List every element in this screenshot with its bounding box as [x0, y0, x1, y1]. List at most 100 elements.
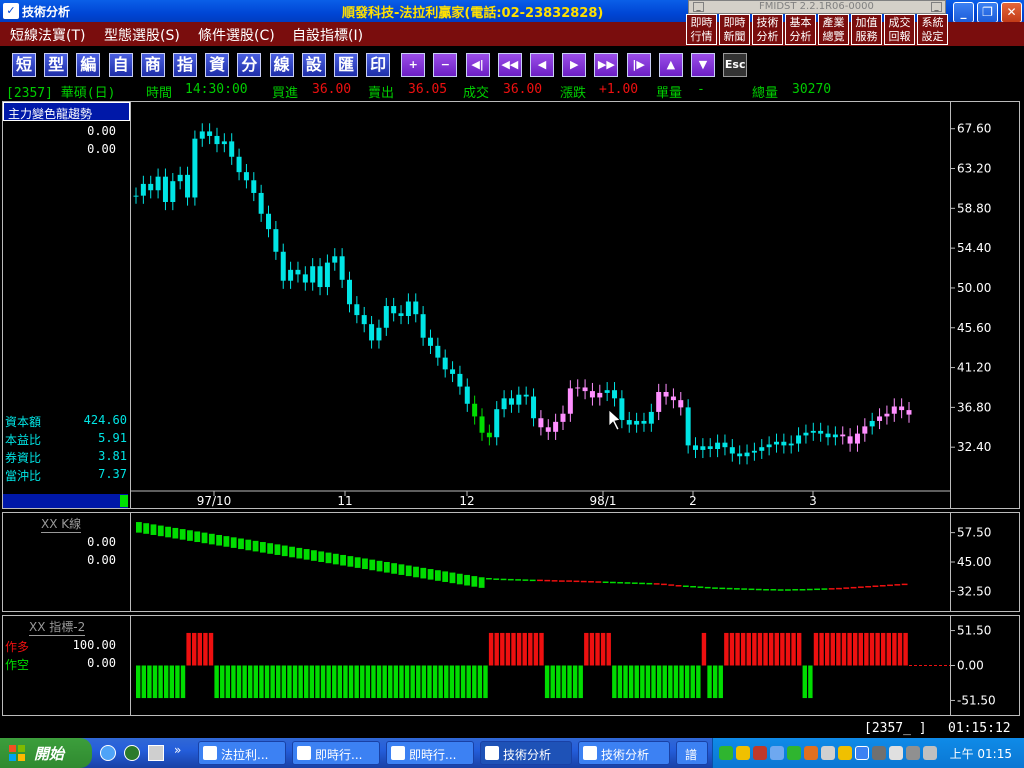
tray-icon-2[interactable] [736, 746, 750, 760]
fast-back-button[interactable]: ◀◀ [497, 53, 522, 77]
quicklaunch-more-icon[interactable]: » [174, 743, 181, 757]
fast-forward-button[interactable]: ▶▶ [594, 53, 619, 77]
ie-icon[interactable] [100, 745, 116, 761]
volume-icon[interactable] [906, 746, 920, 760]
tray-icon-1[interactable] [719, 746, 733, 760]
candle-body [435, 345, 441, 358]
k-bar [529, 579, 536, 582]
minimize-button[interactable]: _ [953, 2, 974, 23]
k-bar [136, 522, 142, 533]
tray-icon-8[interactable] [838, 746, 852, 760]
forward-button[interactable]: ▶ [562, 53, 587, 77]
zoom-in-button[interactable]: + [401, 53, 426, 77]
long-bar [522, 632, 527, 666]
long-bar [746, 632, 751, 666]
price-chart[interactable]: 67.60 63.20 58.80 54.40 50.00 45.60 41.20 36.80… [3, 102, 1019, 508]
task-technical-2[interactable]: 技術分析 [578, 741, 670, 765]
k-bar [172, 527, 179, 539]
data-button[interactable]: 資 [205, 53, 230, 77]
quick-realtime-quote-button[interactable]: 即時 行情 [686, 14, 717, 45]
tray-icon-6[interactable] [804, 746, 818, 760]
edit-button[interactable]: 編 [76, 53, 101, 77]
candle-body [803, 432, 809, 436]
candle-body [192, 138, 198, 198]
settings-button[interactable]: 設 [301, 53, 326, 77]
down-button[interactable]: ▼ [691, 53, 715, 77]
tray-icon-9[interactable] [855, 746, 869, 760]
zoom-out-button[interactable]: − [433, 53, 458, 77]
short-bar [320, 665, 326, 699]
mini-window-close-button[interactable]: _ [931, 2, 942, 12]
maximize-button[interactable]: ❐ [977, 2, 998, 23]
candle-body [516, 394, 522, 405]
long-bar [192, 632, 197, 666]
last-button[interactable]: |▶ [626, 53, 651, 77]
task-realtime-1[interactable]: 即時行... [292, 741, 380, 765]
task-technical-1[interactable]: 技術分析 [480, 741, 572, 765]
menu-pattern-select[interactable]: 型態選股(S) [104, 25, 180, 45]
up-button[interactable]: ▲ [658, 53, 683, 77]
short-bar [309, 665, 315, 699]
close-button[interactable]: ✕ [1001, 2, 1022, 23]
k-bar [420, 567, 427, 579]
self-button[interactable]: 自 [108, 53, 133, 77]
menu-custom-indicator[interactable]: 自設指標(I) [292, 25, 363, 45]
quick-deal-report-button[interactable]: 成交 回報 [884, 14, 915, 45]
candle-body [670, 396, 676, 401]
short-bar [556, 665, 561, 699]
mini-window-minimize-button[interactable]: _ [693, 2, 704, 12]
tray-icon-10[interactable] [872, 746, 886, 760]
k-chart[interactable]: 57.50 45.00 32.50 [3, 513, 1019, 611]
quick-technical-button[interactable]: 技術 分析 [752, 14, 783, 45]
change-value: +1.00 [599, 82, 639, 97]
network-icon[interactable] [923, 746, 937, 760]
candle-body [891, 406, 897, 414]
indicator-button[interactable]: 指 [173, 53, 197, 77]
export-button[interactable]: 匯 [334, 53, 358, 77]
short-bar [477, 665, 483, 699]
tray-icon-3[interactable] [753, 746, 767, 760]
esc-button[interactable]: Esc [723, 53, 748, 77]
quick-industry-button[interactable]: 產業 總覽 [818, 14, 849, 45]
short-bar [808, 665, 813, 699]
tray-icon-5[interactable] [787, 746, 801, 760]
menu-short-line[interactable]: 短線法寶(T) [10, 25, 85, 45]
print-button[interactable]: 印 [366, 53, 391, 77]
start-button[interactable]: 開始 [0, 738, 92, 768]
k-bar [697, 586, 704, 588]
quick-value-service-button[interactable]: 加值 服務 [851, 14, 882, 45]
long-bar [729, 632, 735, 666]
pattern-button[interactable]: 型 [44, 53, 69, 77]
y-tick-label: 51.50 [957, 624, 991, 638]
line-button[interactable]: 線 [269, 53, 294, 77]
short-bar [164, 665, 169, 699]
long-bar [186, 632, 191, 666]
tray-icon-4[interactable] [770, 746, 784, 760]
candle-body [361, 315, 367, 325]
indicator-chart[interactable]: 51.50 0.00 -51.50 [3, 616, 1019, 715]
task-other[interactable]: 譜 [676, 741, 708, 765]
quick-system-settings-button[interactable]: 系統 設定 [917, 14, 948, 45]
candle-body [140, 183, 146, 196]
short-button[interactable]: 短 [12, 53, 36, 77]
quick-fundamental-button[interactable]: 基本 分析 [785, 14, 816, 45]
menu-condition-select[interactable]: 條件選股(C) [198, 25, 275, 45]
short-bar [242, 665, 247, 699]
browser-icon[interactable] [124, 745, 140, 761]
candle-body [155, 176, 161, 191]
k-bar [814, 588, 820, 591]
app-icon: ✓ [3, 3, 19, 19]
desktop-icon[interactable] [148, 745, 164, 761]
task-realtime-2[interactable]: 即時行... [386, 741, 474, 765]
tray-icon-7[interactable] [821, 746, 835, 760]
short-bar [343, 665, 348, 699]
tray-icon-11[interactable] [889, 746, 903, 760]
first-button[interactable]: ◀| [465, 53, 490, 77]
commodity-button[interactable]: 商 [140, 53, 165, 77]
candle-body [751, 450, 757, 453]
task-ferrari[interactable]: 法拉利... [198, 741, 286, 765]
task-label: 技術分析 [503, 748, 552, 762]
split-button[interactable]: 分 [237, 53, 262, 77]
back-button[interactable]: ◀ [530, 53, 554, 77]
quick-realtime-news-button[interactable]: 即時 新聞 [719, 14, 750, 45]
